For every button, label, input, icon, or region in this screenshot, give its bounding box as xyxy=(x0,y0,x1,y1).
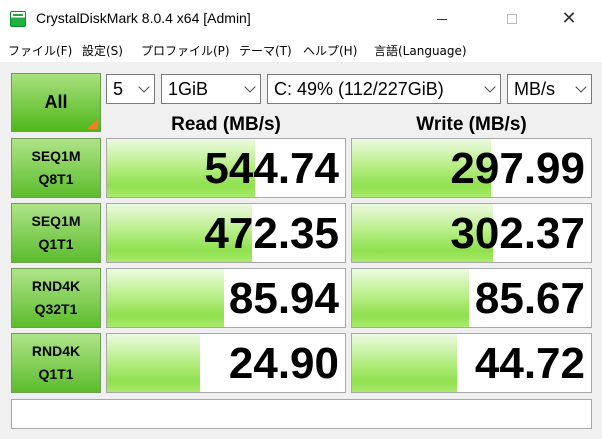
maximize-icon xyxy=(507,14,517,24)
test-size-value: 1GiB xyxy=(168,78,209,99)
write-result-cell: 302.37 xyxy=(351,203,592,263)
write-column-header: Write (MB/s) xyxy=(416,114,527,135)
read-result-cell: 544.74 xyxy=(106,138,346,198)
minimize-button[interactable] xyxy=(419,0,465,38)
chevron-down-icon xyxy=(138,81,150,93)
menu-language[interactable]: 言語(Language) xyxy=(374,42,467,59)
unit-select[interactable]: MB/s xyxy=(507,74,592,104)
maximize-button[interactable] xyxy=(489,0,535,38)
write-result-value: 297.99 xyxy=(450,144,585,193)
read-result-cell: 472.35 xyxy=(106,203,346,263)
menu-help[interactable]: ヘルプ(H) xyxy=(303,42,357,59)
read-result-value: 24.90 xyxy=(228,339,339,388)
window-title: CrystalDiskMark 8.0.4 x64 [Admin] xyxy=(36,10,251,26)
corner-marker-icon xyxy=(87,118,98,129)
test-count-value: 5 xyxy=(113,78,124,99)
write-level-bar xyxy=(352,269,470,327)
read-level-bar xyxy=(107,269,224,327)
test-params: Q1T1 xyxy=(38,366,74,382)
close-button[interactable]: ✕ xyxy=(546,0,592,38)
test-seq1m-q8t1-button[interactable]: SEQ1M Q8T1 xyxy=(11,138,101,198)
test-name: RND4K xyxy=(31,343,81,359)
menu-theme[interactable]: テーマ(T) xyxy=(239,42,292,59)
read-column-header: Read (MB/s) xyxy=(171,114,281,135)
chevron-down-icon xyxy=(575,81,587,93)
read-result-value: 85.94 xyxy=(228,274,339,323)
write-result-value: 44.72 xyxy=(474,339,585,388)
test-name: SEQ1M xyxy=(31,213,81,229)
write-result-value: 85.67 xyxy=(474,274,585,323)
test-params: Q1T1 xyxy=(38,236,74,252)
chevron-down-icon xyxy=(244,81,256,93)
test-count-select[interactable]: 5 xyxy=(106,74,155,104)
write-level-bar xyxy=(352,334,458,392)
test-name: RND4K xyxy=(31,278,81,294)
test-name: SEQ1M xyxy=(31,148,81,164)
chevron-down-icon xyxy=(484,81,496,93)
menu-file[interactable]: ファイル(F) xyxy=(8,42,72,59)
read-result-value: 472.35 xyxy=(204,209,339,258)
menu-bar: ファイル(F) 設定(S) プロファイル(P) テーマ(T) ヘルプ(H) 言語… xyxy=(0,38,602,62)
menu-settings[interactable]: 設定(S) xyxy=(82,42,123,59)
write-result-cell: 44.72 xyxy=(351,333,592,393)
test-size-select[interactable]: 1GiB xyxy=(161,74,261,104)
close-icon: ✕ xyxy=(561,8,577,29)
minimize-icon xyxy=(437,18,447,20)
test-rnd4k-q1t1-button[interactable]: RND4K Q1T1 xyxy=(11,333,101,393)
read-level-bar xyxy=(107,334,200,392)
read-result-cell: 24.90 xyxy=(106,333,346,393)
comment-field[interactable] xyxy=(11,399,592,429)
read-result-cell: 85.94 xyxy=(106,268,346,328)
write-result-value: 302.37 xyxy=(450,209,585,258)
test-params: Q8T1 xyxy=(38,171,74,187)
drive-select[interactable]: C: 49% (112/227GiB) xyxy=(267,74,501,104)
test-params: Q32T1 xyxy=(34,301,78,317)
test-rnd4k-q32t1-button[interactable]: RND4K Q32T1 xyxy=(11,268,101,328)
test-seq1m-q1t1-button[interactable]: SEQ1M Q1T1 xyxy=(11,203,101,263)
all-button[interactable]: All xyxy=(11,73,101,132)
write-result-cell: 85.67 xyxy=(351,268,592,328)
write-result-cell: 297.99 xyxy=(351,138,592,198)
title-bar[interactable]: CrystalDiskMark 8.0.4 x64 [Admin] ✕ xyxy=(0,0,602,39)
unit-value: MB/s xyxy=(514,78,556,99)
all-button-label: All xyxy=(44,92,68,112)
drive-value: C: 49% (112/227GiB) xyxy=(274,78,444,99)
menu-profile[interactable]: プロファイル(P) xyxy=(141,42,230,59)
app-icon xyxy=(10,11,26,27)
read-result-value: 544.74 xyxy=(204,144,339,193)
